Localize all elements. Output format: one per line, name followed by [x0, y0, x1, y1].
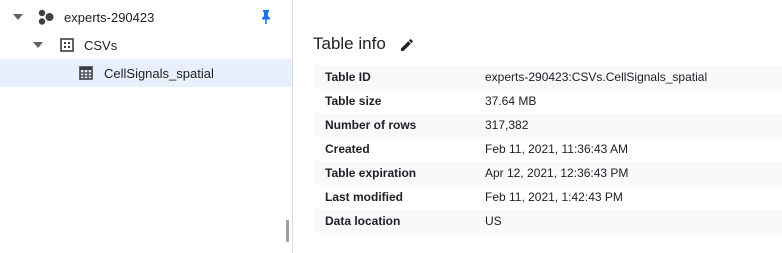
- chevron-down-icon[interactable]: [32, 39, 44, 51]
- info-key: Table ID: [325, 70, 371, 84]
- info-row-last-modified: Last modified Feb 11, 2021, 1:42:43 PM: [313, 185, 782, 209]
- info-row-table-size: Table size 37.64 MB: [313, 89, 782, 113]
- dataset-label: CSVs: [84, 37, 118, 53]
- project-nodes-icon: [37, 8, 55, 26]
- info-value: Apr 12, 2021, 12:36:43 PM: [485, 166, 629, 180]
- info-row-table-id: Table ID experts-290423:CSVs.CellSignals…: [313, 65, 782, 89]
- info-key: Last modified: [325, 190, 404, 204]
- info-key: Table size: [325, 94, 382, 108]
- details-panel: Table info Table ID experts-290423:CSVs.…: [293, 0, 782, 253]
- info-key: Table expiration: [325, 166, 417, 180]
- tree-item-dataset[interactable]: CSVs: [0, 31, 292, 59]
- tree-item-project[interactable]: experts-290423: [0, 3, 292, 31]
- info-row-table-expiration: Table expiration Apr 12, 2021, 12:36:43 …: [313, 161, 782, 185]
- chevron-down-icon[interactable]: [12, 11, 24, 23]
- info-value: Feb 11, 2021, 11:36:43 AM: [485, 142, 628, 156]
- info-value: 37.64 MB: [485, 94, 537, 108]
- info-row-created: Created Feb 11, 2021, 11:36:43 AM: [313, 137, 782, 161]
- info-key: Data location: [325, 214, 401, 228]
- info-key: Number of rows: [325, 118, 417, 132]
- pin-icon[interactable]: [258, 9, 274, 25]
- section-title: Table info: [313, 34, 386, 53]
- panel-resize-handle[interactable]: [286, 220, 289, 242]
- info-value: 317,382: [485, 118, 529, 132]
- table-label: CellSignals_spatial: [104, 65, 214, 81]
- info-value: US: [485, 214, 502, 228]
- info-row-number-of-rows: Number of rows 317,382: [313, 113, 782, 137]
- info-key: Created: [325, 142, 370, 156]
- dataset-icon: [58, 36, 76, 54]
- tree-item-table[interactable]: CellSignals_spatial: [0, 59, 292, 87]
- explorer-panel: experts-290423 CSVs CellSignals_spatial: [0, 0, 292, 253]
- edit-icon[interactable]: [398, 36, 416, 54]
- info-value: Feb 11, 2021, 1:42:43 PM: [485, 190, 623, 204]
- table-icon: [77, 64, 95, 82]
- table-info-list: Table ID experts-290423:CSVs.CellSignals…: [313, 65, 782, 233]
- info-value: experts-290423:CSVs.CellSignals_spatial: [485, 70, 708, 84]
- info-row-data-location: Data location US: [313, 209, 782, 233]
- project-label: experts-290423: [64, 9, 155, 25]
